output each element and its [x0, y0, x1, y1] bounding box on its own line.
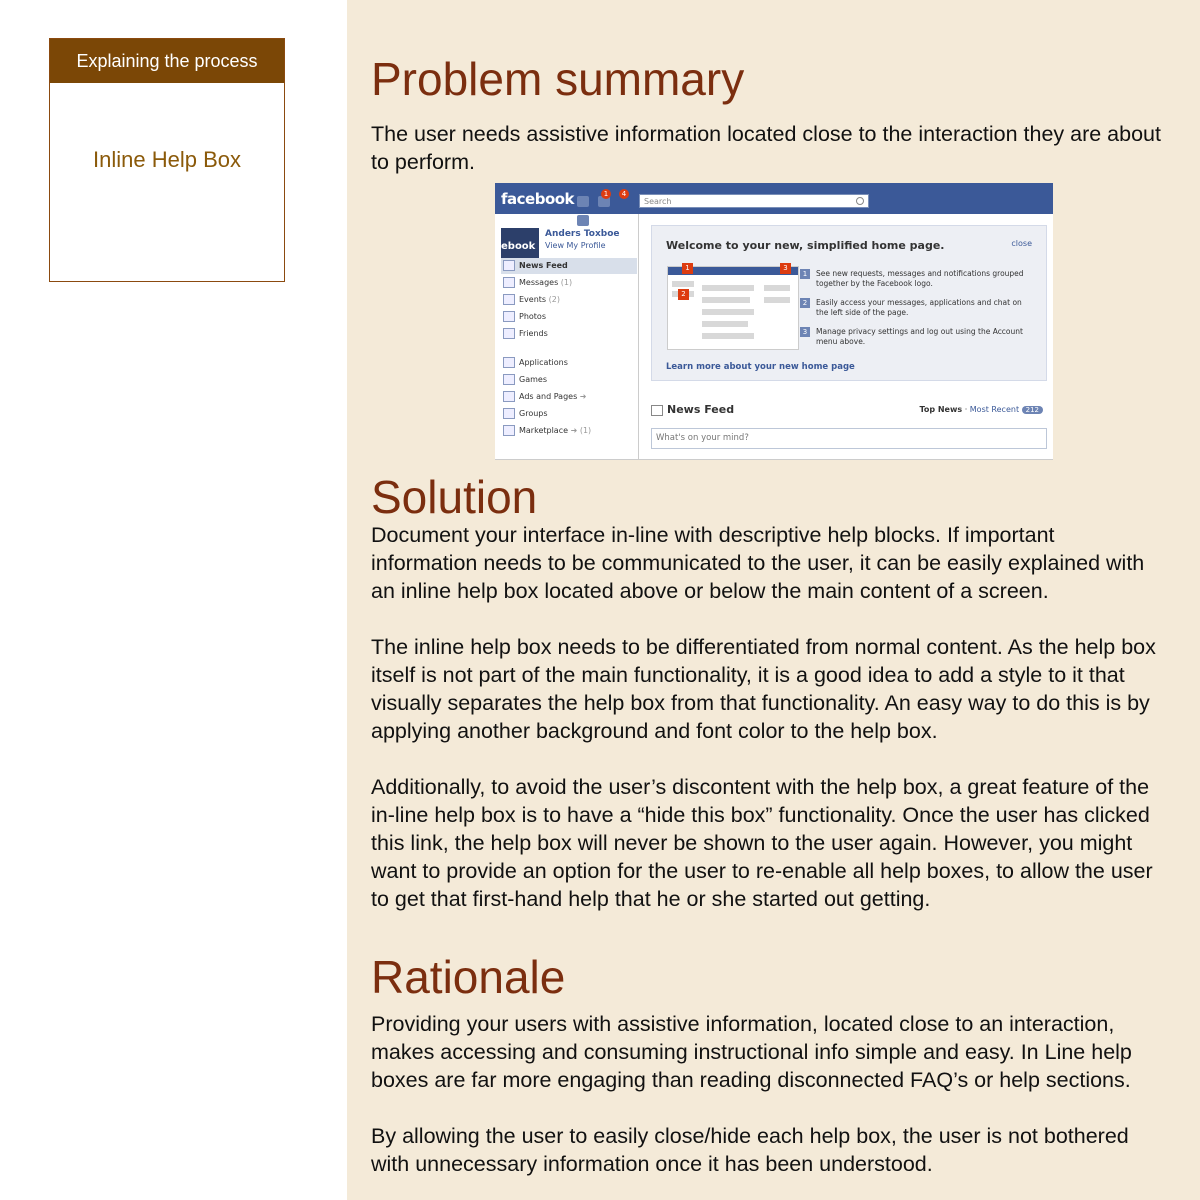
nav-label: Marketplace — [519, 426, 569, 435]
sidebar-box: Explaining the process Inline Help Box — [49, 38, 285, 282]
sidebar-item-inline-help-box[interactable]: Inline Help Box — [50, 147, 284, 173]
photos-icon — [503, 311, 515, 322]
sidebar-item-photos[interactable]: Photos — [501, 309, 637, 325]
friends-icon — [503, 328, 515, 339]
problem-title: Problem summary — [371, 53, 745, 105]
inline-help-box: Welcome to your new, simplified home pag… — [651, 225, 1047, 381]
messages-icon — [503, 277, 515, 288]
facebook-top-bar: facebook 1 4 Search — [495, 183, 1053, 226]
nav-label: Games — [519, 375, 547, 384]
status-input[interactable]: What's on your mind? — [651, 428, 1047, 449]
sidebar-item-applications[interactable]: Applications — [501, 355, 637, 371]
solution-paragraph: Document your interface in-line with des… — [371, 523, 1145, 603]
nav-label: Photos — [519, 312, 546, 321]
step-number: 2 — [800, 298, 810, 308]
nav-count: ➜ (1) — [570, 426, 592, 435]
sidebar-item-games[interactable]: Games — [501, 372, 637, 388]
search-input[interactable]: Search — [639, 194, 869, 208]
nav-count: ➜ — [579, 392, 587, 401]
sidebar-item-groups[interactable]: Groups — [501, 406, 637, 422]
rationale-paragraph: By allowing the user to easily close/hid… — [371, 1124, 1129, 1176]
help-box-close-link[interactable]: close — [1011, 239, 1032, 248]
notification-icons: 1 4 — [577, 189, 629, 226]
nav-count: (2) — [548, 295, 560, 304]
nav-count: (1) — [560, 278, 573, 287]
step-text: Manage privacy settings and log out usin… — [816, 327, 1023, 346]
news-feed-heading: News Feed — [651, 403, 734, 416]
tab-top-news[interactable]: Top News — [919, 405, 962, 414]
marketplace-icon — [503, 425, 515, 436]
news-feed-icon — [651, 404, 663, 416]
home-page-thumbnail: 1 2 3 — [667, 263, 799, 350]
thumbnail-line — [702, 333, 754, 339]
tab-separator: · — [964, 405, 968, 414]
facebook-screenshot: facebook 1 4 Search ebook Anders Toxboe … — [495, 183, 1053, 460]
thumbnail-line — [764, 297, 790, 303]
feed-tabs: Top News · Most Recent 212 — [919, 405, 1043, 414]
pages-icon — [503, 391, 515, 402]
left-column: Explaining the process Inline Help Box — [0, 0, 347, 1200]
sidebar-item-messages[interactable]: Messages (1) — [501, 275, 637, 291]
step-number: 1 — [800, 269, 810, 279]
thumbnail-line — [764, 285, 790, 291]
solution-paragraph: Additionally, to avoid the user’s discon… — [371, 775, 1153, 911]
thumbnail-marker: 2 — [678, 289, 689, 300]
messages-badge: 1 — [601, 189, 611, 199]
nav-label: News Feed — [519, 261, 568, 270]
help-step: 1 See new requests, messages and notific… — [800, 269, 1031, 289]
nav-label: Friends — [519, 329, 548, 338]
applications-icon — [503, 357, 515, 368]
learn-more-link[interactable]: Learn more about your new home page — [666, 362, 855, 372]
step-text: See new requests, messages and notificat… — [816, 269, 1024, 288]
thumbnail-marker: 1 — [682, 263, 693, 274]
search-icon[interactable] — [856, 197, 864, 205]
solution-title: Solution — [371, 471, 538, 523]
nav-label: Ads and Pages — [519, 392, 578, 401]
sidebar-item-marketplace[interactable]: Marketplace ➜ (1) — [501, 423, 637, 439]
rationale-paragraph: Providing your users with assistive info… — [371, 1012, 1132, 1092]
facebook-sidebar: ebook Anders Toxboe View My Profile News… — [495, 214, 639, 459]
sidebar-item-ads-and-pages[interactable]: Ads and Pages ➜ — [501, 389, 637, 405]
thumbnail-line — [672, 281, 694, 287]
facebook-logo: facebook — [501, 190, 575, 208]
thumbnail-line — [702, 285, 754, 291]
nav-label: Messages — [519, 278, 559, 287]
nav-label: Events — [519, 295, 547, 304]
news-feed-title: News Feed — [667, 403, 735, 416]
notifications-badge: 4 — [619, 189, 629, 199]
sidebar-header: Explaining the process — [50, 39, 284, 83]
thumbnail-line — [702, 321, 748, 327]
sidebar-item-news-feed[interactable]: News Feed — [501, 258, 637, 274]
friend-requests-icon[interactable] — [577, 196, 589, 207]
user-name[interactable]: Anders Toxboe — [545, 229, 620, 239]
thumbnail-line — [702, 309, 754, 315]
nav-label: Applications — [519, 358, 568, 367]
problem-text: The user needs assistive information loc… — [371, 122, 1161, 174]
solution-paragraph: The inline help box needs to be differen… — [371, 635, 1156, 743]
news-feed-icon — [503, 260, 515, 271]
step-text: Easily access your messages, application… — [816, 298, 1022, 317]
rationale-title: Rationale — [371, 951, 566, 1003]
tab-most-recent[interactable]: Most Recent — [970, 405, 1019, 414]
thumbnail-marker: 3 — [780, 263, 791, 274]
nav-label: Groups — [519, 409, 548, 418]
help-step: 3 Manage privacy settings and log out us… — [800, 327, 1031, 347]
view-profile-link[interactable]: View My Profile — [545, 241, 606, 250]
sidebar-item-events[interactable]: Events (2) — [501, 292, 637, 308]
most-recent-count: 212 — [1021, 406, 1043, 414]
step-number: 3 — [800, 327, 810, 337]
help-step: 2 Easily access your messages, applicati… — [800, 298, 1031, 318]
calendar-icon — [503, 294, 515, 305]
groups-icon — [503, 408, 515, 419]
facebook-main: Welcome to your new, simplified home pag… — [639, 214, 1053, 459]
sidebar-item-friends[interactable]: Friends — [501, 326, 637, 342]
thumbnail-line — [702, 297, 750, 303]
help-box-title: Welcome to your new, simplified home pag… — [666, 239, 945, 252]
games-icon — [503, 374, 515, 385]
search-placeholder: Search — [644, 197, 672, 206]
